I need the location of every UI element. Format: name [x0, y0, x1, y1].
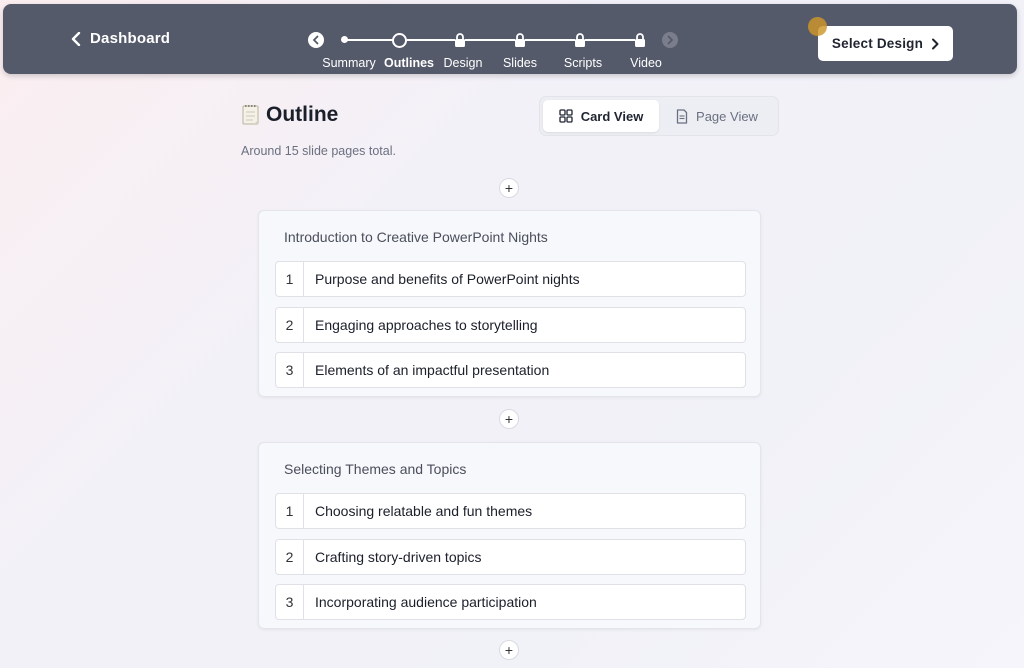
outline-item[interactable]: 2 Crafting story-driven topics — [275, 539, 746, 575]
prev-step-button[interactable] — [308, 32, 324, 48]
chevron-right-icon — [667, 35, 674, 45]
step-connector — [465, 39, 515, 41]
page-view-button[interactable]: Page View — [659, 100, 775, 132]
item-number: 3 — [276, 585, 304, 619]
page-view-label: Page View — [696, 108, 758, 124]
lock-icon — [454, 33, 466, 47]
item-text[interactable]: Crafting story-driven topics — [304, 540, 482, 574]
select-design-button[interactable]: Select Design — [818, 26, 953, 61]
outline-item[interactable]: 2 Engaging approaches to storytelling — [275, 307, 746, 343]
item-number: 1 — [276, 494, 304, 528]
add-section-button[interactable]: + — [499, 640, 519, 660]
item-text[interactable]: Purpose and benefits of PowerPoint night… — [304, 262, 580, 296]
item-text[interactable]: Elements of an impactful presentation — [304, 353, 549, 387]
section-card[interactable]: Selecting Themes and Topics 1 Choosing r… — [258, 442, 761, 629]
outline-item[interactable]: 1 Choosing relatable and fun themes — [275, 493, 746, 529]
lock-icon — [574, 33, 586, 47]
item-text[interactable]: Choosing relatable and fun themes — [304, 494, 532, 528]
step-connector — [585, 39, 635, 41]
cursor-indicator — [808, 17, 827, 36]
section-card[interactable]: Introduction to Creative PowerPoint Nigh… — [258, 210, 761, 397]
notepad-icon — [242, 105, 259, 125]
item-number: 1 — [276, 262, 304, 296]
item-number: 2 — [276, 540, 304, 574]
step-connector — [525, 39, 575, 41]
lock-icon — [514, 33, 526, 47]
chevron-left-icon — [312, 35, 319, 45]
page-title: Outline — [241, 103, 338, 127]
add-section-button[interactable]: + — [499, 409, 519, 429]
card-view-label: Card View — [580, 108, 644, 124]
section-title[interactable]: Introduction to Creative PowerPoint Nigh… — [284, 229, 548, 245]
outline-item[interactable]: 3 Elements of an impactful presentation — [275, 352, 746, 388]
section-title[interactable]: Selecting Themes and Topics — [284, 461, 466, 477]
lock-icon — [634, 33, 646, 47]
outline-item[interactable]: 3 Incorporating audience participation — [275, 584, 746, 620]
step-connector — [407, 39, 455, 41]
item-text[interactable]: Engaging approaches to storytelling — [304, 308, 538, 342]
outline-title: Outline — [266, 103, 339, 126]
step-summary-dot[interactable] — [341, 36, 348, 43]
slide-count-text: Around 15 slide pages total. — [241, 144, 396, 158]
view-toggle: Card View Page View — [539, 96, 779, 136]
item-number: 3 — [276, 353, 304, 387]
grid-icon — [559, 109, 573, 123]
step-video-label: Video — [630, 56, 662, 70]
step-connector — [345, 39, 393, 41]
select-design-label: Select Design — [831, 36, 924, 51]
outline-item[interactable]: 1 Purpose and benefits of PowerPoint nig… — [275, 261, 746, 297]
step-outlines-ring[interactable] — [392, 33, 407, 48]
card-view-button[interactable]: Card View — [543, 100, 659, 132]
top-bar: Dashboard Summary Outlines Design Slides… — [3, 4, 1017, 74]
item-number: 2 — [276, 308, 304, 342]
chevron-right-icon — [932, 38, 939, 49]
next-step-button[interactable] — [662, 32, 678, 48]
page-icon — [676, 108, 688, 124]
item-text[interactable]: Incorporating audience participation — [304, 585, 537, 619]
add-section-button[interactable]: + — [499, 178, 519, 198]
